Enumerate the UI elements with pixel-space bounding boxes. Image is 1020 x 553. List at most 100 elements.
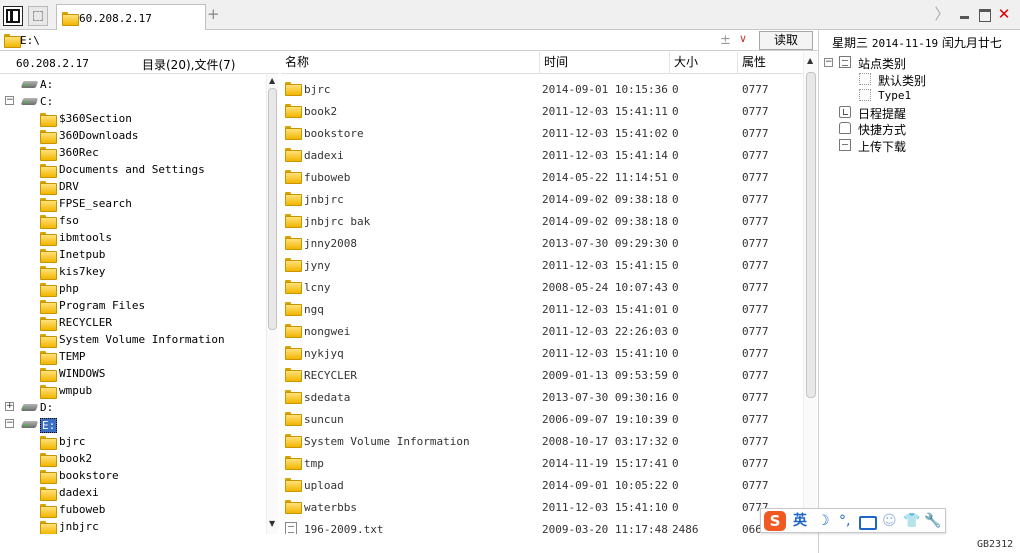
tree-item-label: fuboweb bbox=[59, 503, 106, 516]
file-row[interactable]: System Volume Information 2008-10-17 03:1… bbox=[281, 429, 803, 451]
tree-folder[interactable]: Inetpub bbox=[0, 246, 264, 263]
bookmark-add-icon[interactable]: ± bbox=[720, 33, 731, 48]
skin-icon[interactable]: 👕 bbox=[903, 512, 920, 530]
file-row[interactable]: jnbjrc 2014-09-02 09:38:18 0 0777 bbox=[281, 187, 803, 209]
tree-folder[interactable]: FPSE_search bbox=[0, 195, 264, 212]
file-attr: 0777 bbox=[742, 127, 769, 140]
tree-folder[interactable]: WINDOWS bbox=[0, 365, 264, 382]
file-row[interactable]: book2 2011-12-03 15:41:11 0 0777 bbox=[281, 99, 803, 121]
file-row[interactable]: waterbbs 2011-12-03 15:41:10 0 0777 bbox=[281, 495, 803, 517]
drive-icon bbox=[22, 419, 37, 429]
tree-folder[interactable]: bookstore bbox=[0, 467, 264, 484]
tree-folder[interactable]: bjrc bbox=[0, 433, 264, 450]
file-row[interactable]: fuboweb 2014-05-22 11:14:51 0 0777 bbox=[281, 165, 803, 187]
file-row[interactable]: lcny 2008-05-24 10:07:43 0 0777 bbox=[281, 275, 803, 297]
tree-folder[interactable]: dadexi bbox=[0, 484, 264, 501]
tree-item-label: bjrc bbox=[59, 435, 86, 448]
side-item[interactable]: 快捷方式 bbox=[819, 120, 1019, 137]
scroll-thumb[interactable] bbox=[268, 88, 277, 330]
tree-folder[interactable]: System Volume Information bbox=[0, 331, 264, 348]
tab-server[interactable]: 60.208.2.17 bbox=[56, 4, 206, 30]
file-list-scrollbar[interactable]: ▲ bbox=[803, 52, 817, 534]
tree-folder[interactable]: book2 bbox=[0, 450, 264, 467]
tree-folder[interactable]: kis7key bbox=[0, 263, 264, 280]
scroll-up-icon[interactable]: ▲ bbox=[807, 56, 813, 65]
shortcut-icon bbox=[839, 122, 851, 134]
tree-folder[interactable]: TEMP bbox=[0, 348, 264, 365]
file-row[interactable]: jnbjrc bak 2014-09-02 09:38:18 0 0777 bbox=[281, 209, 803, 231]
side-item[interactable]: 上传下载 bbox=[819, 137, 1019, 154]
file-time: 2014-09-01 10:05:22 bbox=[542, 479, 668, 492]
half-width-icon[interactable]: ☽ bbox=[817, 512, 830, 530]
scroll-thumb[interactable] bbox=[806, 72, 816, 398]
file-row[interactable]: bookstore 2011-12-03 15:41:02 0 0777 bbox=[281, 121, 803, 143]
ime-logo-icon[interactable]: S bbox=[764, 511, 786, 531]
file-time: 2011-12-03 15:41:15 bbox=[542, 259, 668, 272]
collapse-toggle-icon[interactable]: − bbox=[5, 96, 14, 105]
file-row[interactable]: sdedata 2013-07-30 09:30:16 0 0777 bbox=[281, 385, 803, 407]
file-row[interactable]: jnny2008 2013-07-30 09:29:30 0 0777 bbox=[281, 231, 803, 253]
tree-folder[interactable]: DRV bbox=[0, 178, 264, 195]
item-count: 目录(20),文件(7) bbox=[142, 58, 236, 72]
scroll-down-icon[interactable]: ▼ bbox=[269, 519, 275, 528]
tree-folder[interactable]: Documents and Settings bbox=[0, 161, 264, 178]
tree-folder[interactable]: wmpub bbox=[0, 382, 264, 399]
tree-folder[interactable]: fso bbox=[0, 212, 264, 229]
scroll-up-icon[interactable]: ▲ bbox=[269, 76, 275, 85]
tree-drive[interactable]: − C: bbox=[0, 93, 264, 110]
expand-toggle-icon[interactable]: + bbox=[5, 402, 14, 411]
collapse-toggle-icon[interactable]: − bbox=[824, 58, 833, 67]
tree-drive[interactable]: − E: bbox=[0, 416, 264, 433]
tree-folder[interactable]: fuboweb bbox=[0, 501, 264, 518]
tree-folder[interactable]: $360Section bbox=[0, 110, 264, 127]
file-row[interactable]: upload 2014-09-01 10:05:22 0 0777 bbox=[281, 473, 803, 495]
path-input[interactable] bbox=[20, 31, 756, 49]
file-list-header: 名称 时间 大小 属性 bbox=[281, 52, 817, 74]
tools-icon[interactable]: 🔧 bbox=[924, 512, 941, 530]
tree-scrollbar[interactable]: ▲ ▼ bbox=[266, 74, 278, 534]
add-tab-button[interactable]: + bbox=[207, 7, 221, 22]
file-row[interactable]: dadexi 2011-12-03 15:41:14 0 0777 bbox=[281, 143, 803, 165]
side-item[interactable]: − 站点类别 bbox=[819, 54, 1019, 71]
tree-drive[interactable]: + D: bbox=[0, 399, 264, 416]
minimize-button[interactable] bbox=[956, 6, 972, 22]
tree-folder[interactable]: php bbox=[0, 280, 264, 297]
punctuation-icon[interactable]: °, bbox=[839, 512, 850, 530]
directory-tree: A: − C: $360Section 360Downloads 360Rec Docume… bbox=[0, 74, 266, 534]
tree-folder[interactable]: Program Files bbox=[0, 297, 264, 314]
column-size[interactable]: 大小 bbox=[670, 52, 738, 74]
chevron-down-icon[interactable]: ∨ bbox=[739, 32, 747, 45]
next-icon[interactable]: 〉 bbox=[934, 6, 950, 22]
panel-layout-button[interactable] bbox=[3, 6, 23, 26]
file-row[interactable]: nongwei 2011-12-03 22:26:03 0 0777 bbox=[281, 319, 803, 341]
collapse-toggle-icon[interactable]: − bbox=[5, 419, 14, 428]
file-row[interactable]: nykjyq 2011-12-03 15:41:10 0 0777 bbox=[281, 341, 803, 363]
tree-folder[interactable]: 360Rec bbox=[0, 144, 264, 161]
side-item[interactable]: 日程提醒 bbox=[819, 104, 1019, 121]
tree-item-label: dadexi bbox=[59, 486, 99, 499]
file-row[interactable]: jyny 2011-12-03 15:41:15 0 0777 bbox=[281, 253, 803, 275]
ime-language-toggle[interactable]: 英 bbox=[793, 512, 807, 530]
file-row[interactable]: tmp 2014-11-19 15:17:41 0 0777 bbox=[281, 451, 803, 473]
file-row[interactable]: RECYCLER 2009-01-13 09:53:59 0 0777 bbox=[281, 363, 803, 385]
file-row[interactable]: 196-2009.txt 2009-03-20 11:17:48 2486 0666 bbox=[281, 517, 803, 534]
file-row[interactable]: bjrc 2014-09-01 10:15:36 0 0777 bbox=[281, 77, 803, 99]
column-name[interactable]: 名称 bbox=[281, 52, 540, 74]
tree-drive[interactable]: A: bbox=[0, 76, 264, 93]
user-icon[interactable]: ☺ bbox=[882, 512, 897, 530]
tree-folder[interactable]: ibmtools bbox=[0, 229, 264, 246]
tree-folder[interactable]: RECYCLER bbox=[0, 314, 264, 331]
column-attr[interactable]: 属性 bbox=[738, 52, 806, 74]
read-button[interactable]: 读取 bbox=[759, 31, 813, 50]
tree-folder[interactable]: jnbjrc bbox=[0, 518, 264, 534]
close-button[interactable]: ✕ bbox=[996, 6, 1012, 22]
side-item[interactable]: 默认类别 bbox=[819, 71, 1019, 88]
file-row[interactable]: suncun 2006-09-07 19:10:39 0 0777 bbox=[281, 407, 803, 429]
maximize-button[interactable] bbox=[976, 6, 992, 22]
tree-folder[interactable]: 360Downloads bbox=[0, 127, 264, 144]
column-time[interactable]: 时间 bbox=[540, 52, 670, 74]
side-item[interactable]: Type1 bbox=[819, 87, 1019, 103]
keyboard-icon[interactable] bbox=[858, 512, 877, 530]
file-row[interactable]: ngq 2011-12-03 15:41:01 0 0777 bbox=[281, 297, 803, 319]
blank-tab-button[interactable] bbox=[28, 6, 48, 26]
